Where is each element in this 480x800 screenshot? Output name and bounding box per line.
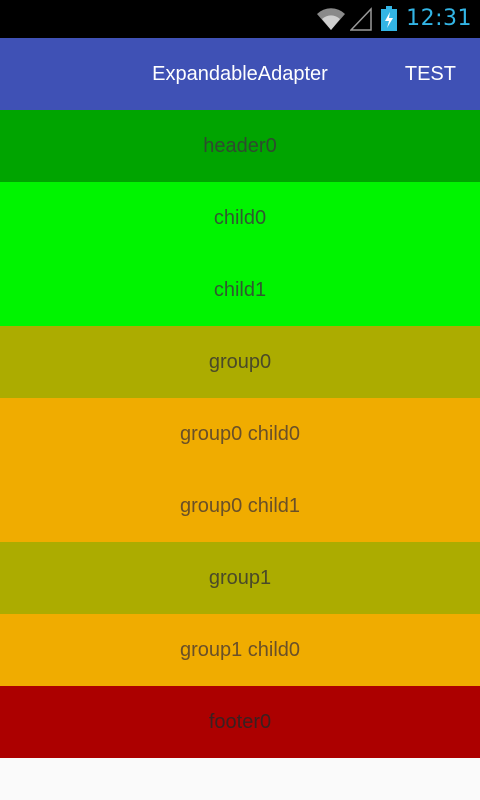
group-child-row[interactable]: group0 child0 — [0, 398, 480, 470]
list-footer[interactable]: footer0 — [0, 686, 480, 758]
test-button[interactable]: TEST — [405, 38, 456, 110]
group-child-row[interactable]: group0 child1 — [0, 470, 480, 542]
list-item-child1[interactable]: child1 — [0, 254, 480, 326]
list-item-child0[interactable]: child0 — [0, 182, 480, 254]
group-child-row[interactable]: group1 child0 — [0, 614, 480, 686]
wifi-icon — [317, 8, 346, 31]
group-row-group0[interactable]: group0 — [0, 326, 480, 398]
status-clock: 12:31 — [406, 6, 472, 31]
list-header[interactable]: header0 — [0, 110, 480, 182]
battery-charging-icon — [381, 6, 398, 31]
app-bar: ExpandableAdapter TEST — [0, 38, 480, 110]
status-icons: 12:31 — [316, 0, 472, 38]
group-row-group1[interactable]: group1 — [0, 542, 480, 614]
status-bar: 12:31 — [0, 0, 480, 38]
signal-icon — [350, 7, 372, 31]
expandable-list: header0 child0 child1 group0 group0 chil… — [0, 110, 480, 758]
